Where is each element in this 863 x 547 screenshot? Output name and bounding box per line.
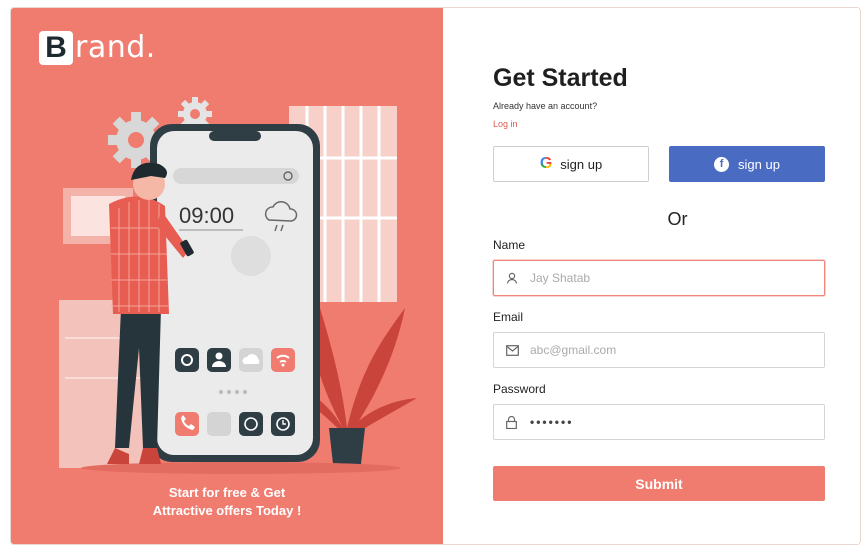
email-input[interactable] xyxy=(530,343,824,357)
submit-button[interactable]: Submit xyxy=(493,466,825,501)
name-input[interactable] xyxy=(530,271,824,285)
plant-pot xyxy=(329,428,365,464)
brand-logo: B rand. xyxy=(39,30,156,65)
email-field[interactable] xyxy=(493,332,825,368)
phone-notch xyxy=(209,131,261,141)
promo-panel: 09:00 B rand. Start for free & Get Attra… xyxy=(11,8,443,544)
brand-name: rand. xyxy=(75,30,156,65)
google-signup-label: sign up xyxy=(560,156,603,172)
google-icon: G xyxy=(539,155,553,172)
phone-clock: 09:00 xyxy=(179,203,234,228)
phone-illustration: 09:00 xyxy=(59,97,417,474)
name-field[interactable] xyxy=(493,260,825,296)
whatsapp-icon xyxy=(239,412,263,436)
user-icon xyxy=(506,272,524,284)
tagline-line-1: Start for free & Get xyxy=(168,485,286,500)
password-input[interactable] xyxy=(530,415,824,429)
login-link[interactable]: Log in xyxy=(493,119,518,129)
signup-card: 09:00 B rand. Start for free & Get Attra… xyxy=(10,7,861,545)
signup-form-panel: Get Started Already have an account? Log… xyxy=(443,8,860,544)
password-field[interactable] xyxy=(493,404,825,440)
phone-search-bar xyxy=(173,168,299,184)
brand-initial: B xyxy=(39,30,73,65)
facebook-icon: f xyxy=(714,156,730,172)
mail-icon xyxy=(506,344,524,356)
google-signup-button[interactable]: G sign up xyxy=(493,146,649,182)
or-divider: Or xyxy=(667,209,688,229)
facebook-signup-button[interactable]: f sign up xyxy=(669,146,825,182)
page-title: Get Started xyxy=(493,64,628,92)
user-icon xyxy=(207,348,231,372)
name-label: Name xyxy=(493,238,526,252)
camera-icon xyxy=(175,348,199,372)
facebook-signup-label: sign up xyxy=(738,156,780,172)
lock-icon xyxy=(506,415,524,429)
have-account-text: Already have an account? xyxy=(493,101,598,111)
tagline-line-2: Attractive offers Today ! xyxy=(152,503,302,518)
phone-icon xyxy=(175,412,199,436)
password-label: Password xyxy=(493,382,546,396)
promo-tagline: Start for free & Get Attractive offers T… xyxy=(11,484,443,520)
message-icon xyxy=(207,412,231,436)
email-label: Email xyxy=(493,310,524,324)
